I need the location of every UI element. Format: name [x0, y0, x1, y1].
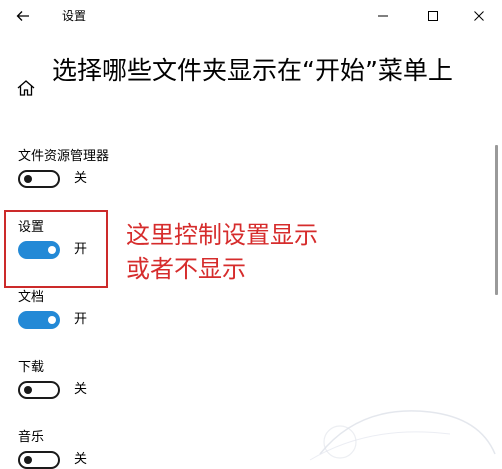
highlight-box	[4, 210, 108, 288]
setting-item-documents: 文档 开	[18, 289, 218, 341]
close-button[interactable]	[456, 2, 502, 30]
setting-item-music: 音乐 关	[18, 429, 218, 469]
toggle-state-text: 开	[74, 312, 88, 327]
setting-item-downloads: 下载 关	[18, 359, 218, 411]
toggle-state-text: 关	[74, 452, 88, 467]
back-arrow-icon	[16, 11, 29, 21]
downloads-toggle[interactable]	[18, 381, 60, 399]
toggle-state-text: 关	[74, 382, 88, 397]
home-icon	[17, 80, 35, 96]
toggle-knob	[48, 316, 56, 324]
app-title: 设置	[62, 9, 87, 23]
toggle-state-text: 关	[74, 171, 88, 186]
documents-toggle[interactable]	[18, 311, 60, 329]
setting-label: 音乐	[18, 430, 45, 445]
music-toggle[interactable]	[18, 451, 60, 469]
maximize-icon	[428, 11, 438, 21]
annotation-line-2: 或者不显示	[126, 255, 246, 283]
toggle-knob	[24, 175, 32, 183]
page-title: 选择哪些文件夹显示在“开始”菜单上	[52, 56, 453, 85]
setting-item-file-explorer: 文件资源管理器 关	[18, 148, 218, 200]
watermark-logo	[309, 410, 496, 461]
close-icon	[474, 11, 484, 21]
annotation-line-1: 这里控制设置显示	[126, 221, 318, 249]
toggle-knob	[24, 456, 32, 464]
scrollbar[interactable]	[495, 145, 498, 295]
minimize-icon	[378, 15, 388, 17]
home-button[interactable]	[16, 78, 36, 98]
title-bar: 设置	[0, 0, 502, 32]
toggle-knob	[24, 386, 32, 394]
setting-label: 文档	[18, 290, 45, 305]
setting-label: 文件资源管理器	[18, 149, 110, 164]
settings-window: 设置 选择哪些文件夹显示在“开始”菜单上 文件资源管理器 关 设置 开 文档 开…	[0, 0, 502, 469]
annotation-text: 这里控制设置显示 或者不显示	[126, 218, 386, 286]
back-button[interactable]	[8, 4, 38, 28]
setting-label: 下载	[18, 360, 45, 375]
minimize-button[interactable]	[360, 2, 406, 30]
maximize-button[interactable]	[410, 2, 456, 30]
file-explorer-toggle[interactable]	[18, 170, 60, 188]
